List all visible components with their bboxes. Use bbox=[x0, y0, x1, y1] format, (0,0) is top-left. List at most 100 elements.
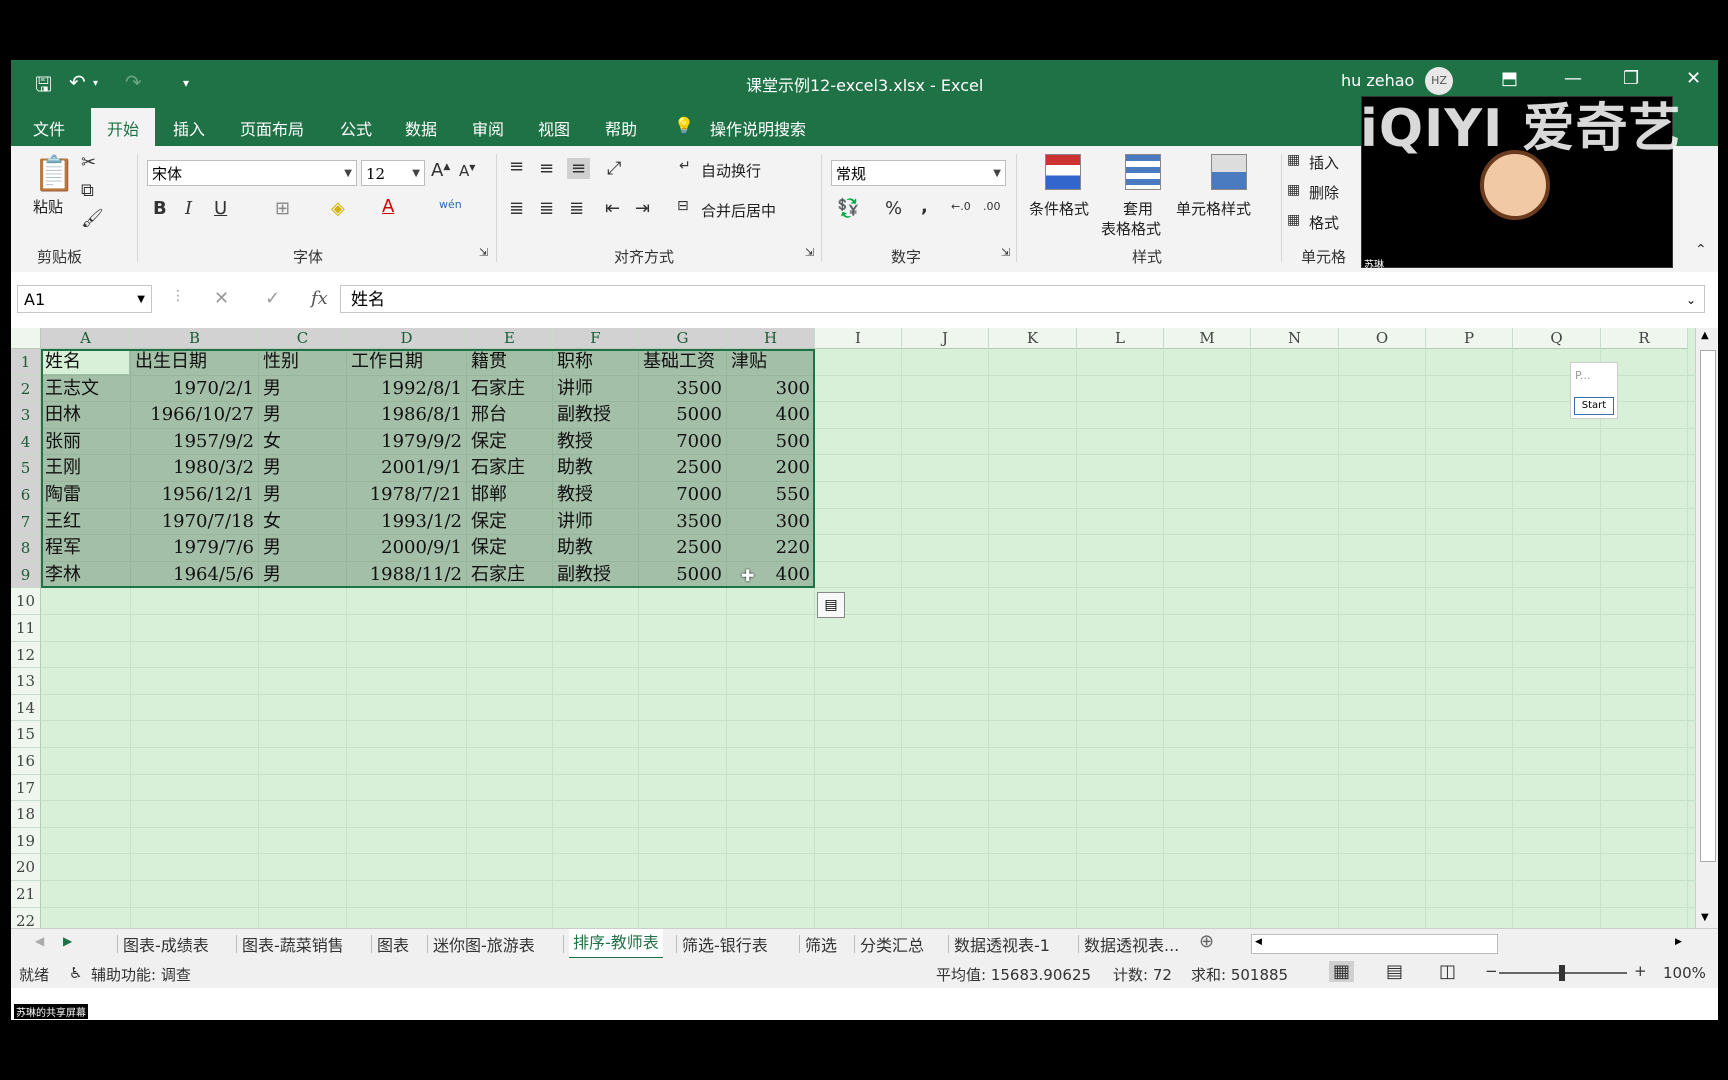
sheet-tab[interactable]: 排序-教师表 bbox=[569, 929, 663, 959]
borders-icon[interactable]: ⊞ bbox=[275, 198, 290, 219]
table-cell[interactable]: 副教授 bbox=[557, 403, 611, 430]
conditional-format-button[interactable]: 条件格式 bbox=[1029, 198, 1089, 219]
table-cell[interactable]: 2000/9/1 bbox=[347, 536, 462, 563]
tab-view[interactable]: 视图 bbox=[538, 116, 570, 140]
column-header[interactable]: G bbox=[639, 328, 727, 349]
quick-analysis-icon[interactable]: ▤ bbox=[817, 592, 845, 619]
currency-icon[interactable]: 💱 bbox=[837, 198, 859, 219]
undo-icon[interactable]: ↶ bbox=[69, 70, 86, 94]
table-cell[interactable]: 7000 bbox=[639, 430, 722, 457]
table-cell[interactable]: 5000 bbox=[639, 403, 722, 430]
table-cell[interactable]: 1964/5/6 bbox=[131, 563, 254, 590]
table-cell[interactable]: 程军 bbox=[45, 536, 81, 563]
dialog-launcher-icon[interactable]: ⇲ bbox=[805, 246, 814, 259]
tab-home[interactable]: 开始 bbox=[91, 108, 156, 146]
horizontal-scrollbar[interactable]: ◀ bbox=[1251, 934, 1498, 954]
format-painter-icon[interactable]: 🖌 bbox=[81, 208, 104, 229]
table-cell[interactable]: 男 bbox=[263, 377, 281, 404]
tell-me-search[interactable]: 操作说明搜索 bbox=[710, 116, 806, 140]
table-cell[interactable]: 3500 bbox=[639, 510, 722, 537]
table-cell[interactable]: 讲师 bbox=[557, 377, 593, 404]
table-cell[interactable]: 1980/3/2 bbox=[131, 456, 254, 483]
row-header[interactable]: 22 bbox=[11, 907, 41, 928]
table-cell[interactable]: 张丽 bbox=[45, 430, 81, 457]
dialog-launcher-icon[interactable]: ⇲ bbox=[479, 246, 488, 259]
table-cell[interactable]: 220 bbox=[727, 536, 810, 563]
column-header[interactable]: J bbox=[902, 328, 989, 349]
phonetic-button[interactable]: wén bbox=[439, 198, 462, 211]
column-header[interactable]: H bbox=[727, 328, 815, 349]
sheet-tab[interactable]: 图表-蔬菜销售 bbox=[242, 932, 344, 956]
zoom-level[interactable]: 100% bbox=[1663, 964, 1706, 982]
table-cell[interactable]: 5000 bbox=[639, 563, 722, 590]
name-box[interactable]: A1 ▼ bbox=[17, 285, 152, 313]
column-header[interactable]: O bbox=[1339, 328, 1426, 349]
table-cell[interactable]: 王红 bbox=[45, 510, 81, 537]
bold-button[interactable]: B bbox=[153, 198, 167, 219]
collapse-ribbon-icon[interactable]: ⌃ bbox=[1695, 242, 1707, 258]
header-cell[interactable]: 姓名 bbox=[45, 350, 81, 377]
align-left-icon[interactable]: ≣ bbox=[509, 198, 524, 219]
table-cell[interactable]: 300 bbox=[727, 510, 810, 537]
table-cell[interactable]: 1978/7/21 bbox=[347, 483, 462, 510]
table-cell[interactable]: 教授 bbox=[557, 430, 593, 457]
chevron-down-icon[interactable]: ⌄ bbox=[1686, 286, 1696, 314]
column-header[interactable]: I bbox=[815, 328, 902, 349]
normal-view-icon[interactable]: ▦ bbox=[1329, 961, 1355, 982]
start-button[interactable]: Start bbox=[1574, 397, 1614, 415]
scroll-left-icon[interactable]: ◀ bbox=[1255, 937, 1262, 947]
table-cell[interactable]: 保定 bbox=[471, 430, 507, 457]
comma-button[interactable]: , bbox=[921, 196, 928, 217]
insert-cells-button[interactable]: 插入 bbox=[1309, 152, 1339, 173]
decrease-decimal-icon[interactable]: .00 bbox=[983, 200, 1001, 213]
table-cell[interactable]: 男 bbox=[263, 563, 281, 590]
row-header[interactable]: 8 bbox=[11, 535, 41, 562]
paste-button[interactable]: 粘贴 bbox=[33, 196, 63, 217]
table-cell[interactable]: 王刚 bbox=[45, 456, 81, 483]
table-cell[interactable]: 1986/8/1 bbox=[347, 403, 462, 430]
column-header[interactable]: F bbox=[553, 328, 639, 349]
increase-indent-icon[interactable]: ⇥ bbox=[635, 198, 650, 219]
insert-function-button[interactable]: fx bbox=[311, 288, 328, 309]
table-cell[interactable]: 女 bbox=[263, 430, 281, 457]
sheet-tab[interactable]: 图表 bbox=[377, 932, 409, 956]
table-cell[interactable]: 1979/9/2 bbox=[347, 430, 462, 457]
table-cell[interactable]: 1988/11/2 bbox=[347, 563, 462, 590]
worksheet-grid[interactable]: ▲ ▼ A B C D E F G H I J K L M N O P Q R 1 2 3 4 5 6 7 8 9 10 11 12 13 1… bbox=[11, 328, 1718, 928]
merge-center-button[interactable]: 合并后居中 bbox=[701, 200, 776, 221]
dialog-launcher-icon[interactable]: ⇲ bbox=[1001, 246, 1010, 259]
font-name-select[interactable]: 宋体 ▼ bbox=[147, 160, 357, 186]
table-cell[interactable]: 陶雷 bbox=[45, 483, 81, 510]
table-cell[interactable]: 石家庄 bbox=[471, 377, 525, 404]
table-cell[interactable]: 男 bbox=[263, 403, 281, 430]
row-header[interactable]: 19 bbox=[11, 827, 41, 855]
percent-button[interactable]: % bbox=[885, 198, 902, 219]
select-all-button[interactable] bbox=[11, 328, 41, 349]
tab-page-layout[interactable]: 页面布局 bbox=[240, 116, 304, 140]
accessibility-status[interactable]: 辅助功能: 调查 bbox=[91, 964, 191, 985]
cell-styles-button[interactable]: 单元格样式 bbox=[1176, 198, 1251, 219]
column-header[interactable]: E bbox=[467, 328, 553, 349]
row-header[interactable]: 12 bbox=[11, 641, 41, 669]
prev-sheet-icon[interactable]: ◀ bbox=[35, 934, 44, 948]
save-icon[interactable]: 🖫 bbox=[35, 70, 52, 104]
table-cell[interactable]: 讲师 bbox=[557, 510, 593, 537]
align-center-icon[interactable]: ≣ bbox=[539, 198, 554, 219]
table-cell[interactable]: 男 bbox=[263, 536, 281, 563]
format-cells-button[interactable]: 格式 bbox=[1309, 212, 1339, 233]
table-cell[interactable]: 550 bbox=[727, 483, 810, 510]
header-cell[interactable]: 职称 bbox=[557, 350, 593, 377]
header-cell[interactable]: 出生日期 bbox=[135, 350, 207, 377]
column-header[interactable]: R bbox=[1601, 328, 1688, 349]
scrollbar-thumb[interactable] bbox=[1700, 350, 1716, 862]
column-header[interactable]: Q bbox=[1513, 328, 1601, 349]
paste-icon[interactable]: 📋 bbox=[33, 154, 75, 194]
orientation-icon[interactable]: ⤢ bbox=[607, 158, 621, 179]
fill-color-icon[interactable]: ◈ bbox=[331, 198, 345, 219]
table-cell[interactable]: 1992/8/1 bbox=[347, 377, 462, 404]
scroll-right-icon[interactable]: ▶ bbox=[1675, 937, 1682, 947]
customize-qat-icon[interactable]: ▾ bbox=[183, 76, 189, 90]
scroll-down-icon[interactable]: ▼ bbox=[1701, 912, 1709, 923]
table-cell[interactable]: 300 bbox=[727, 377, 810, 404]
table-cell[interactable]: 男 bbox=[263, 456, 281, 483]
